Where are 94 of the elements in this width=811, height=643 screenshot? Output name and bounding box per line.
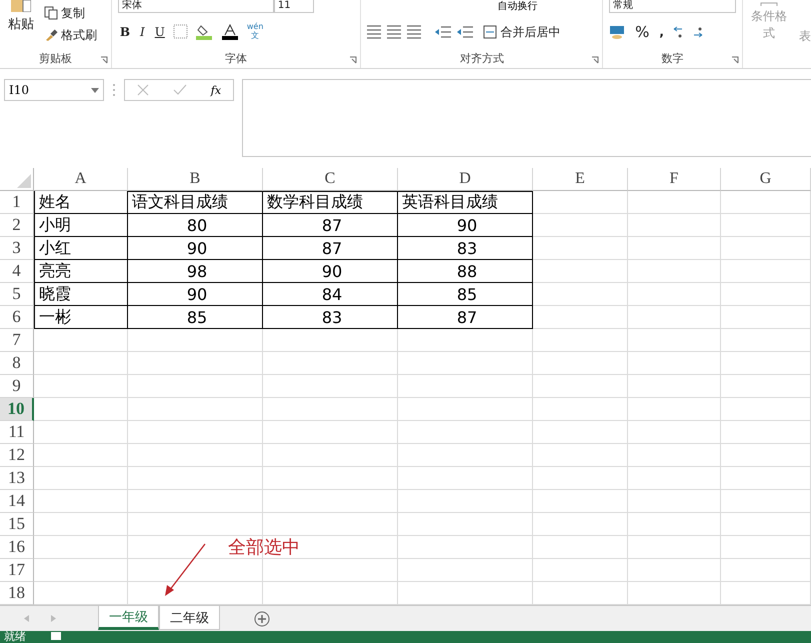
table-cell: 晓霞 [34,283,128,306]
annotation-arrow [163,543,207,597]
table-cell: 83 [398,237,533,260]
table-cell: 84 [263,283,398,306]
row-header[interactable]: 13 [0,467,34,490]
fill-color-icon[interactable] [194,24,215,40]
row-header[interactable]: 4 [0,260,34,284]
format-painter-button[interactable]: 格式刷 [42,25,99,45]
percent-button[interactable]: % [633,22,652,42]
row-header[interactable]: 1 [0,191,34,214]
table-cell: 90 [263,260,398,284]
underline-button[interactable]: U [152,22,167,42]
column-header[interactable]: B [128,168,263,192]
table-cell: 80 [128,214,263,238]
row-header[interactable]: 3 [0,237,34,260]
group-label: 数字 [662,52,684,68]
row-header[interactable]: 12 [0,444,34,468]
sheet-tab[interactable]: 二年级 [159,606,220,630]
dialog-launcher-icon [100,56,108,64]
column-header[interactable]: D [398,168,533,192]
sheet-tab[interactable]: 一年级 [98,606,159,630]
table-cell: 83 [263,306,398,330]
paste-button[interactable]: 粘贴 [6,0,36,44]
dropdown-icon [91,88,99,93]
row-header[interactable]: 17 [0,559,34,582]
column-header[interactable]: A [34,168,128,192]
row-header[interactable]: 16 [0,536,34,560]
borders-icon[interactable] [172,24,189,40]
row-header[interactable]: 8 [0,352,34,376]
group-label: 字体 [225,52,248,68]
table-cell: 姓名 [34,191,128,214]
group-label: 对齐方式 [460,52,504,68]
dialog-launcher-icon [591,56,600,64]
table-cell: 87 [263,237,398,260]
status-text: 就绪 [4,631,26,643]
number-format-field[interactable]: 常规 [609,0,736,13]
table-cell: 90 [128,237,263,260]
row-header[interactable]: 5 [0,283,34,306]
font-size-field[interactable]: 11 [274,0,314,13]
table-cell: 85 [398,283,533,306]
row-header[interactable]: 2 [0,214,34,238]
comma-button[interactable]: , [657,22,666,42]
table-cell: 小明 [34,214,128,238]
column-header[interactable]: E [533,168,628,192]
dialog-launcher-icon [349,56,358,64]
add-sheet-icon[interactable] [254,611,270,628]
row-header[interactable]: 7 [0,329,34,352]
table-cell: 亮亮 [34,260,128,284]
check-icon [172,84,187,96]
copy-button[interactable]: 复制 [42,3,99,23]
merge-icon [483,25,498,39]
cancel-icon [136,84,149,96]
row-header[interactable]: 18 [0,582,34,606]
column-header[interactable]: G [721,168,811,192]
select-all-icon [17,174,31,188]
phonetic-button[interactable]: wén 文 [244,22,266,42]
table-cell: 88 [398,260,533,284]
table-cell: 90 [398,214,533,238]
table-cell: 一彬 [34,306,128,330]
grip-icon [112,83,116,98]
row-header[interactable]: 14 [0,490,34,514]
table-cell: 87 [398,306,533,330]
row-header[interactable]: 9 [0,375,34,398]
column-header[interactable]: F [628,168,721,192]
dialog-launcher-icon [731,56,740,64]
bold-button[interactable]: B [118,22,132,42]
italic-button[interactable]: I [138,22,147,42]
table-cell: 小红 [34,237,128,260]
font-color-icon[interactable] [220,24,239,40]
copy-icon [44,6,58,20]
group-label: 剪贴板 [38,52,72,68]
indent-icons-drawing [435,25,476,39]
column-header[interactable]: C [263,168,398,192]
table-format-label: 表 [799,28,811,45]
table-cell: 语文科目成绩 [128,191,263,214]
brush-icon [44,28,58,42]
name-box[interactable]: I10 [4,79,104,102]
conditional-format-icon [760,2,778,6]
row-header[interactable]: 6 [0,306,34,330]
table-cell: 98 [128,260,263,284]
table-cell: 87 [263,214,398,238]
formula-input[interactable] [242,79,811,158]
row-header[interactable]: 15 [0,513,34,536]
annotation-text: 全部选中 [228,536,300,559]
table-cell: 85 [128,306,263,330]
table-cell: 数学科目成绩 [263,191,398,214]
macro-icon [50,631,62,641]
insert-function-button[interactable]: fx [210,84,222,97]
table-cell: 90 [128,283,263,306]
row-header[interactable]: 10 [0,398,34,422]
merge-center-button[interactable]: 合并后居中 [481,22,562,42]
wrap-text-button[interactable]: 自动换行 [497,1,538,12]
row-header[interactable]: 11 [0,421,34,444]
table-cell: 英语科目成绩 [398,191,533,214]
